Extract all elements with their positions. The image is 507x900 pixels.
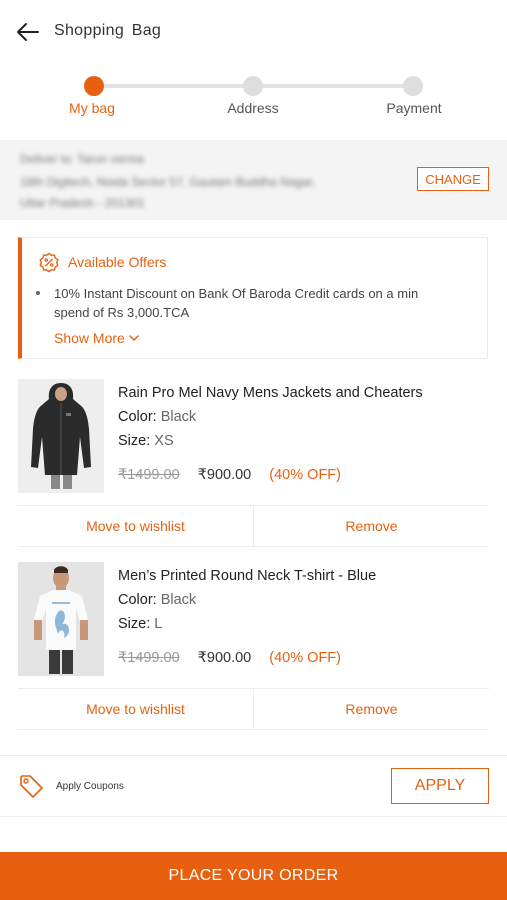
cart-item: Rain Pro Mel Navy Mens Jackets and Cheat… (0, 379, 507, 549)
percent-badge-icon (39, 252, 59, 273)
price-row: ₹1499.00 ₹900.00 (40% OFF) (118, 650, 341, 666)
remove-item-button[interactable]: Remove (253, 689, 489, 729)
available-offers-card: Available Offers 10% Instant Discount on… (18, 237, 488, 359)
offer-bullet (36, 291, 40, 295)
sale-price: ₹900.00 (197, 467, 252, 483)
tshirt-photo (18, 562, 104, 676)
address-recipient: Deliver to: Tarun verma (20, 152, 144, 166)
product-size: Size: XS (118, 433, 174, 449)
size-value: L (154, 616, 163, 632)
discount-label: (40% OFF) (269, 467, 341, 483)
item-actions: Move to wishlist Remove (18, 688, 489, 730)
show-more-button[interactable]: Show More (54, 330, 139, 346)
size-value: XS (154, 433, 174, 449)
remove-item-button[interactable]: Remove (253, 506, 489, 546)
apply-coupons-label: Apply Coupons (56, 781, 124, 792)
step-label-my-bag[interactable]: My bag (69, 100, 115, 116)
tag-icon (20, 775, 43, 798)
place-order-button[interactable]: PLACE YOUR ORDER (0, 852, 507, 900)
step-dot-my-bag (84, 76, 104, 96)
product-size: Size: L (118, 616, 162, 632)
product-name[interactable]: Rain Pro Mel Navy Mens Jackets and Cheat… (118, 385, 423, 401)
apply-coupons-row: Apply Coupons APPLY (0, 755, 507, 817)
step-label-payment[interactable]: Payment (386, 100, 441, 116)
color-value: Black (160, 409, 197, 425)
product-color: Color: Black (118, 592, 196, 608)
apply-coupon-button[interactable]: APPLY (391, 768, 489, 804)
arrow-left-icon (17, 23, 39, 41)
size-label: Size: (118, 433, 151, 449)
step-dot-address (243, 76, 263, 96)
product-color: Color: Black (118, 409, 196, 425)
product-name[interactable]: Men’s Printed Round Neck T-shirt - Blue (118, 568, 376, 584)
step-label-address[interactable]: Address (227, 100, 278, 116)
color-value: Black (160, 592, 197, 608)
step-dot-payment (403, 76, 423, 96)
address-street: 18th Digitech, Noida Sector 57, Gautam B… (20, 175, 316, 189)
product-image-jacket[interactable] (18, 379, 104, 493)
discount-label: (40% OFF) (269, 650, 341, 666)
move-to-wishlist-button[interactable]: Move to wishlist (18, 506, 253, 546)
cart-item: Men’s Printed Round Neck T-shirt - Blue … (0, 562, 507, 732)
price-row: ₹1499.00 ₹900.00 (40% OFF) (118, 467, 341, 483)
size-label: Size: (118, 616, 151, 632)
chevron-down-icon (129, 335, 139, 342)
app-header: Shopping Bag (0, 0, 507, 64)
color-label: Color: (118, 409, 157, 425)
change-address-button[interactable]: CHANGE (417, 167, 489, 191)
show-more-label: Show More (54, 330, 125, 346)
sale-price: ₹900.00 (197, 650, 252, 666)
delivery-address-panel: Deliver to: Tarun verma 18th Digitech, N… (0, 140, 507, 220)
address-city: Uttar Pradesh - 201301 (20, 196, 145, 210)
jacket-photo (18, 379, 104, 493)
offers-title: Available Offers (68, 254, 167, 270)
checkout-stepper: My bag Address Payment (0, 68, 507, 128)
offer-description: 10% Instant Discount on Bank Of Baroda C… (54, 286, 419, 320)
item-actions: Move to wishlist Remove (18, 505, 489, 547)
original-price: ₹1499.00 (118, 467, 180, 483)
back-button[interactable] (14, 18, 42, 46)
color-label: Color: (118, 592, 157, 608)
move-to-wishlist-button[interactable]: Move to wishlist (18, 689, 253, 729)
page-title: Shopping Bag (54, 22, 162, 39)
original-price: ₹1499.00 (118, 650, 180, 666)
product-image-tshirt[interactable] (18, 562, 104, 676)
